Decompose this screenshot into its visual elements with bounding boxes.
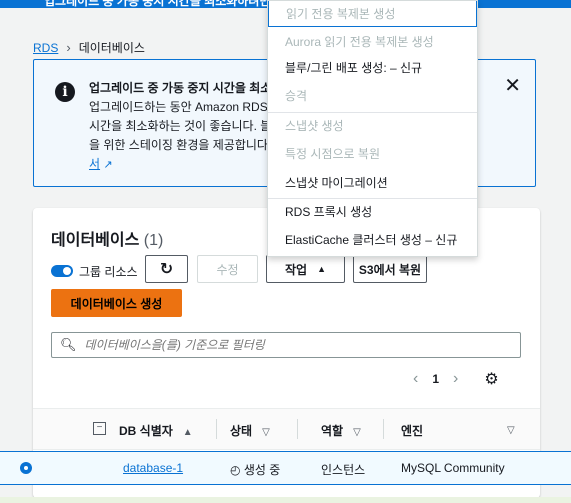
previous-page-icon[interactable]: ‹ — [413, 370, 418, 388]
column-label: 상태 — [230, 424, 253, 438]
breadcrumb-current: 데이터베이스 — [78, 41, 145, 55]
menu-item-create-aurora-read-replica[interactable]: Aurora 읽기 전용 복제본 생성 — [268, 29, 477, 55]
refresh-button[interactable]: ↻ — [145, 255, 188, 283]
menu-item-create-elasticache[interactable]: ElastiCache 클러스터 생성 – 신규 — [268, 227, 477, 253]
caret-up-icon: ▲ — [317, 264, 326, 274]
group-resources-label: 그룹 리소스 — [79, 264, 138, 279]
external-link-icon: ↗ — [103, 159, 113, 171]
modify-label: 수정 — [216, 262, 239, 277]
info-icon: i — [55, 82, 75, 102]
actions-button[interactable]: 작업 ▲ — [266, 255, 345, 283]
breadcrumb-rds-link[interactable]: RDS — [33, 41, 58, 55]
row-select-radio[interactable] — [20, 462, 32, 474]
close-icon[interactable]: ✕ — [504, 76, 521, 96]
banner-title: 업그레이드 중 가동 중지 시간을 최소 — [89, 81, 272, 95]
panel-heading: 데이터베이스 (1) — [51, 226, 163, 250]
refresh-icon: ↻ — [159, 261, 174, 278]
gear-icon[interactable]: ⚙ — [484, 369, 498, 389]
next-page-icon[interactable]: › — [453, 370, 458, 388]
banner-learn-more-link[interactable]: 서 — [89, 157, 100, 171]
db-identifier-link[interactable]: database-1 — [123, 461, 183, 475]
menu-item-restore-point-in-time[interactable]: 특정 시점으로 복원 — [268, 141, 477, 167]
column-label: DB 식별자 — [119, 424, 173, 438]
column-header-db-id[interactable]: DB 식별자 ▲ — [119, 422, 193, 439]
menu-item-create-blue-green[interactable]: 블루/그린 배포 생성: – 신규 — [268, 55, 477, 81]
menu-item-create-read-replica[interactable]: 읽기 전용 복제본 생성 — [268, 1, 477, 27]
pagination: ‹ 1 › ⚙ — [413, 369, 499, 389]
sort-icon[interactable]: ▽ — [507, 422, 515, 436]
table-header: − DB 식별자 ▲ 상태 ▽ 역할 ▽ 엔진 ▽ — [33, 408, 540, 450]
menu-item-take-snapshot[interactable]: 스냅샷 생성 — [268, 113, 477, 139]
role-cell: 인스턴스 — [321, 463, 366, 477]
restore-s3-label: S3에서 복원 — [358, 262, 422, 277]
search-icon: 🔍︎ — [60, 337, 77, 352]
filter-search-field[interactable]: 🔍︎ — [51, 332, 521, 358]
breadcrumb: RDS › 데이터베이스 — [33, 39, 145, 56]
sort-ascending-icon: ▲ — [182, 427, 193, 438]
clock-icon: ◴ — [230, 463, 241, 477]
column-label: 역할 — [321, 424, 344, 438]
menu-item-migrate-snapshot[interactable]: 스냅샷 마이그레이션 — [268, 170, 477, 196]
column-header-role[interactable]: 역할 ▽ — [321, 422, 361, 439]
column-header-engine[interactable]: 엔진 — [401, 422, 423, 439]
panel-title: 데이터베이스 — [51, 232, 140, 249]
column-header-status[interactable]: 상태 ▽ — [230, 422, 270, 439]
group-resources-toggle[interactable] — [51, 265, 73, 277]
restore-from-s3-button[interactable]: S3에서 복원 — [353, 255, 427, 283]
status-text: 생성 중 — [243, 463, 281, 477]
column-divider[interactable] — [297, 419, 298, 439]
group-resources-toggle-row[interactable]: 그룹 리소스 — [51, 256, 138, 286]
expand-collapse-icon[interactable]: − — [93, 422, 106, 435]
sort-icon: ▽ — [353, 427, 361, 438]
actions-label: 작업 — [284, 262, 308, 277]
column-divider[interactable] — [216, 419, 217, 439]
filter-input[interactable] — [82, 337, 507, 353]
status-cell: ◴ 생성 중 — [230, 461, 280, 478]
bottom-edge — [0, 497, 571, 503]
database-count: (1) — [143, 232, 164, 249]
top-notification-text: 업그레이드 중 가동 중지 시간을 최소화하려면 — [44, 0, 271, 8]
menu-item-promote[interactable]: 승격 — [268, 83, 477, 109]
column-label: 엔진 — [401, 424, 424, 438]
current-page[interactable]: 1 — [432, 372, 439, 386]
create-database-button[interactable]: 데이터베이스 생성 — [51, 289, 182, 317]
create-database-label: 데이터베이스 생성 — [70, 296, 163, 311]
table-row[interactable]: database-1 ◴ 생성 중 인스턴스 MySQL Community — [0, 451, 571, 485]
menu-item-create-rds-proxy[interactable]: RDS 프록시 생성 — [268, 199, 477, 225]
actions-dropdown-menu: 읽기 전용 복제본 생성 Aurora 읽기 전용 복제본 생성 블루/그린 배… — [267, 0, 478, 257]
modify-button[interactable]: 수정 — [197, 255, 258, 283]
chevron-right-icon: › — [66, 40, 71, 55]
engine-cell: MySQL Community — [401, 461, 505, 475]
sort-icon: ▽ — [262, 427, 270, 438]
column-divider[interactable] — [383, 419, 384, 439]
